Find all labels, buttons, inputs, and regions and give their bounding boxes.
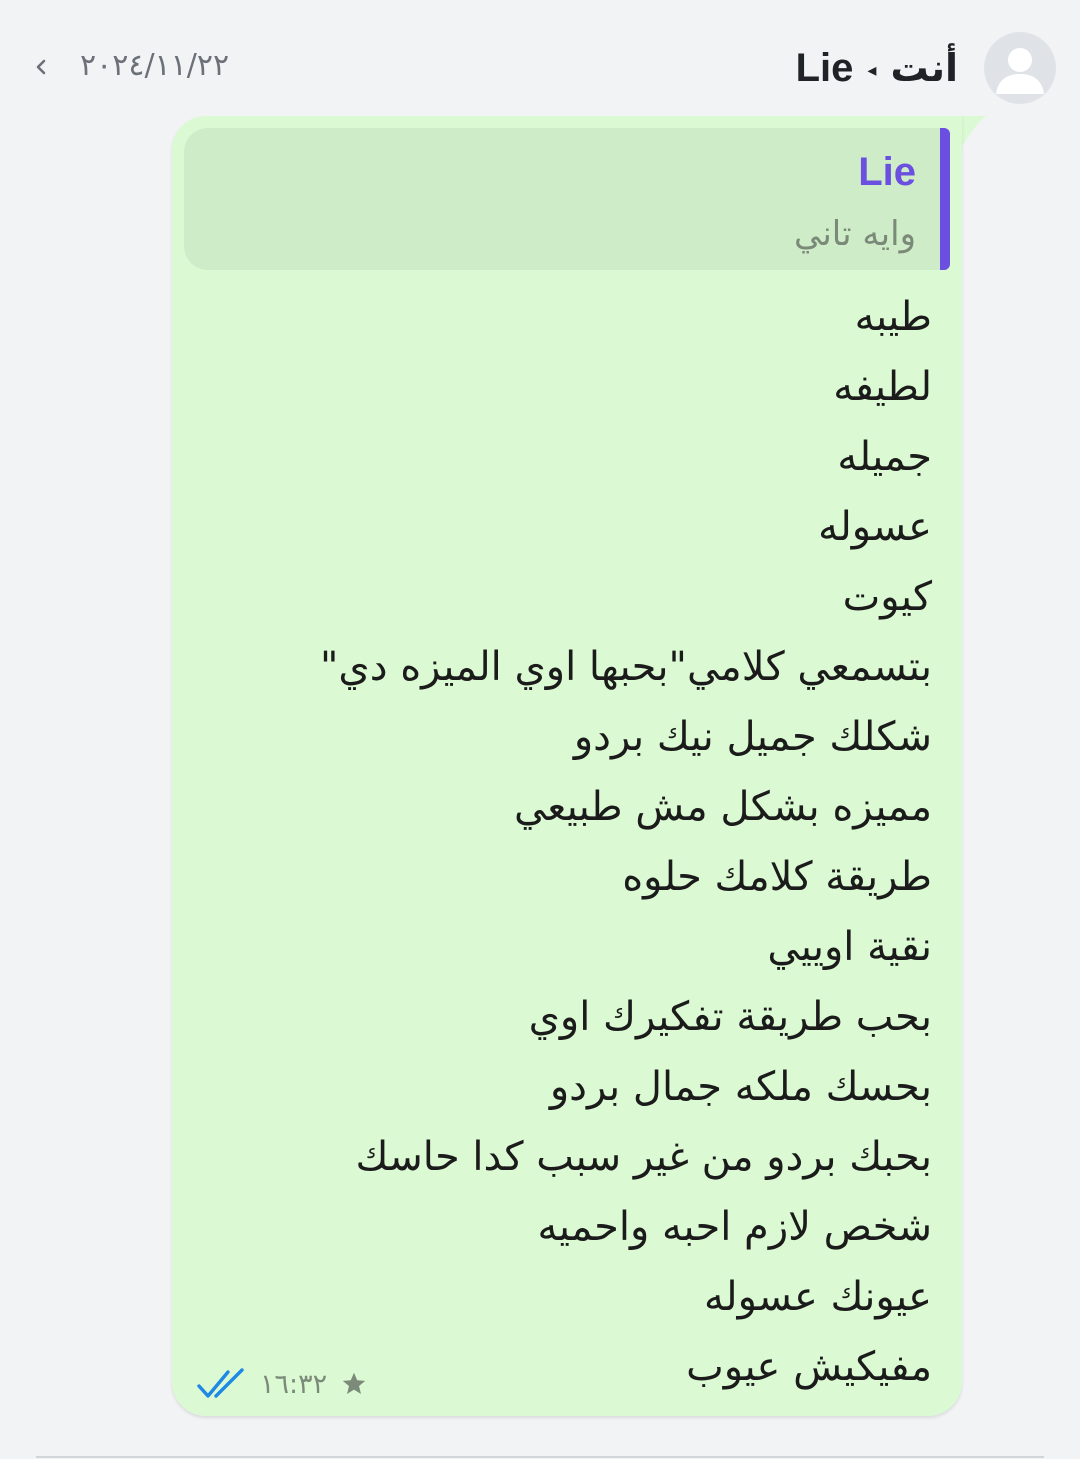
sender-line: أنت ◂ Lie [796, 40, 958, 96]
message-line: لطيفه [833, 364, 932, 410]
message-line: شكلك جميل نيك بردو [573, 714, 932, 760]
person-icon [996, 48, 1044, 94]
message-line: طيبه [854, 294, 932, 340]
message-date: ٢٠٢٤/١١/٢٢ [80, 48, 230, 83]
message-line: بحسك ملكه جمال بردو [549, 1064, 932, 1110]
reply-author: Lie [858, 150, 916, 194]
message-line: كيوت [842, 574, 932, 620]
reply-text: وايه تاني [794, 214, 916, 254]
message-line: جميله [837, 434, 932, 480]
message-line: شخص لازم احبه واحميه [537, 1204, 932, 1250]
message-line: مميزه بشكل مش طبيعي [513, 784, 932, 830]
message-time: ١٦:٣٢ [260, 1368, 328, 1400]
message-line: عسوله [818, 504, 932, 550]
message-meta: ١٦:٣٢ [196, 1362, 369, 1406]
message-line: عيونك عسوله [703, 1274, 932, 1320]
reply-accent-bar [940, 128, 950, 270]
message-line: طريقة كلامك حلوه [622, 854, 932, 900]
message-line: بحب طريقة تفكيرك اوي [528, 994, 932, 1040]
chevron-left-icon[interactable] [30, 52, 52, 82]
message-view: أنت ◂ Lie ٢٠٢٤/١١/٢٢ Lie وايه تاني طيبه … [0, 0, 1080, 1459]
message-body: طيبه لطيفه جميله عسوله كيوت بتسمعي كلامي… [212, 282, 932, 1402]
divider [36, 1456, 1044, 1458]
recipient-name[interactable]: Lie [796, 46, 854, 91]
double-check-icon [197, 1368, 244, 1398]
message-line: بتسمعي كلامي"بحبها اوي الميزه دي" [319, 644, 932, 690]
star-icon [342, 1372, 366, 1394]
sender-label: أنت [890, 46, 958, 90]
avatar[interactable] [984, 32, 1056, 104]
direction-arrow-icon: ◂ [867, 59, 877, 81]
quoted-reply[interactable]: Lie وايه تاني [184, 128, 950, 270]
message-line: بحبك بردو من غير سبب كدا حاسك [355, 1134, 932, 1180]
message-line: نقية اوييي [767, 924, 932, 970]
